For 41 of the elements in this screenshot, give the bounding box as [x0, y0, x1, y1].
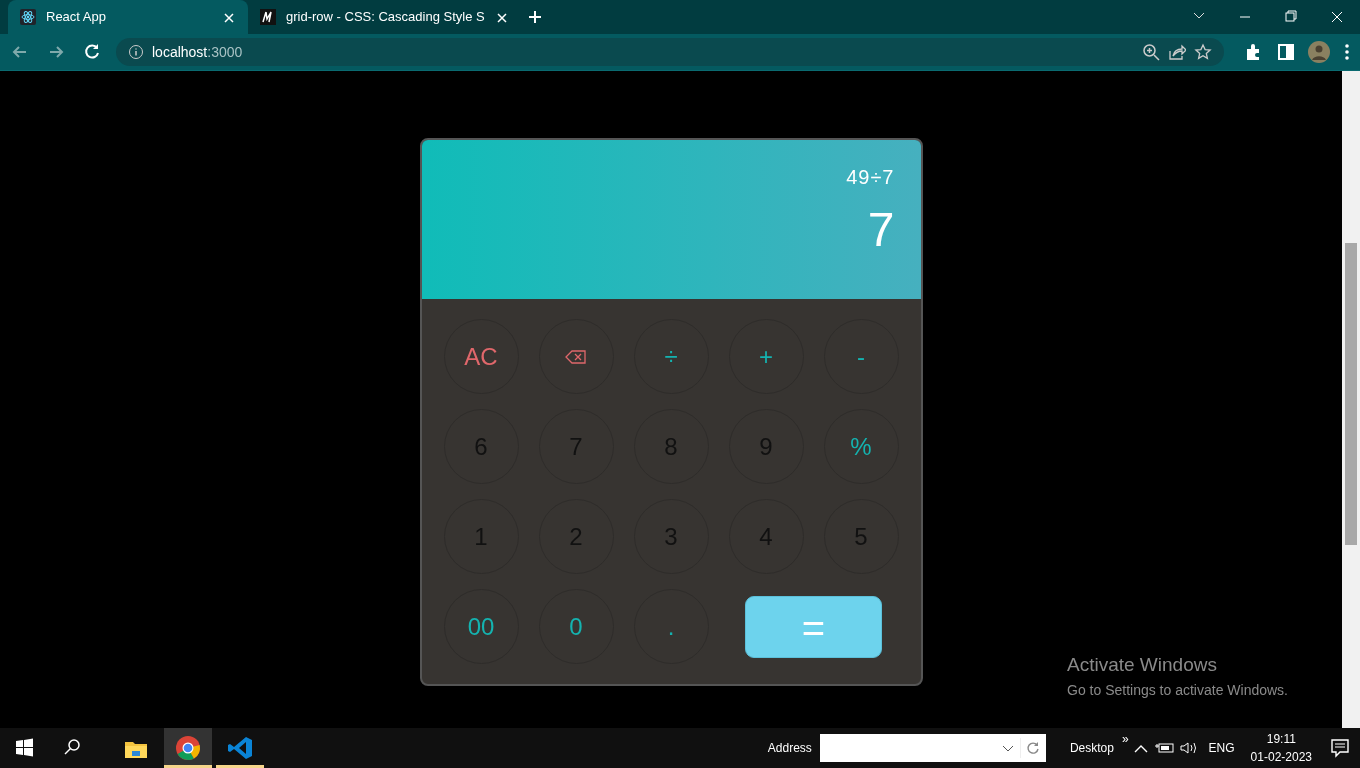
browser-icon: [174, 734, 202, 762]
code-editor-icon: [226, 734, 254, 762]
url-host: localhost: [152, 42, 208, 62]
m-logo-icon: [260, 9, 276, 25]
browser-tab[interactable]: React App: [8, 0, 248, 34]
desktop-label: Desktop: [1069, 740, 1114, 757]
url-port: :3000: [207, 42, 243, 62]
notice-text: Go to Settings to activate Windows.: [1067, 680, 1288, 700]
zoom-icon[interactable]: [1142, 43, 1160, 61]
side-panel-icon[interactable]: [1276, 42, 1296, 62]
calculator-key[interactable]: ÷: [633, 319, 709, 394]
calculator-key[interactable]: -: [823, 319, 899, 394]
expression-text: 49÷7: [846, 165, 895, 190]
star-icon[interactable]: [1194, 43, 1212, 61]
address-field[interactable]: [819, 734, 1046, 762]
overflow-chevron[interactable]: »: [1121, 730, 1129, 748]
browser-tab[interactable]: grid-row - CSS: Cascading Style S: [248, 0, 521, 34]
calculator-key[interactable]: .: [633, 589, 709, 664]
scrollbar[interactable]: [1342, 71, 1360, 728]
calculator-key[interactable]: %: [823, 409, 899, 484]
avatar-icon[interactable]: [1308, 41, 1330, 63]
calculator-key[interactable]: 0: [538, 589, 614, 664]
clock-date[interactable]: 01-02-2023: [1250, 748, 1312, 766]
more-icon[interactable]: [1342, 42, 1352, 62]
tab-title: React App: [46, 8, 106, 27]
taskbar-app[interactable]: [164, 728, 212, 768]
address-label: Address: [767, 740, 812, 757]
scroll-thumb[interactable]: [1345, 243, 1357, 545]
atom-icon: [20, 9, 36, 25]
calculator-key[interactable]: AC: [443, 319, 519, 394]
backspace-icon: [565, 348, 587, 365]
info-icon: [128, 44, 144, 60]
calculator-key[interactable]: 00: [443, 589, 519, 664]
address-bar[interactable]: localhost:3000: [116, 38, 1224, 66]
share-icon[interactable]: [1168, 43, 1186, 61]
clock-time[interactable]: 19:11: [1266, 730, 1296, 748]
language-indicator[interactable]: ENG: [1208, 739, 1235, 757]
notice-title: Activate Windows: [1067, 653, 1218, 677]
result-text: 7: [867, 206, 895, 254]
tab-title: grid-row - CSS: Cascading Style S: [286, 8, 485, 27]
calculator-key[interactable]: +: [728, 319, 804, 394]
